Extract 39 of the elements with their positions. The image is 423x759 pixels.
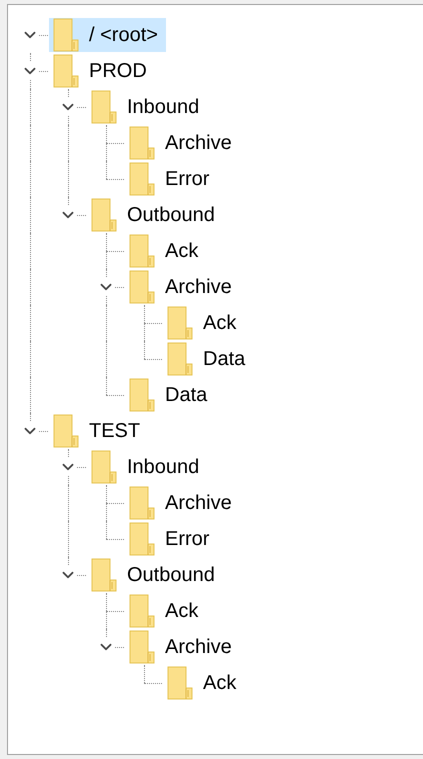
folder-label: Ack [203, 311, 236, 336]
folder-label: Error [165, 527, 210, 552]
folder-icon [91, 198, 117, 232]
folder-icon [129, 126, 155, 160]
folder-icon [91, 558, 117, 592]
folder-label: Ack [203, 671, 236, 696]
folder-icon [91, 450, 117, 484]
folder-icon [129, 270, 155, 304]
folder-icon [129, 378, 155, 412]
folder-label: PROD [89, 59, 147, 84]
folder-label: Outbound [127, 563, 215, 588]
folder-label: TEST [89, 419, 140, 444]
folder-icon [53, 54, 79, 88]
folder-label: Error [165, 167, 210, 192]
tree-item[interactable]: / <root> [49, 18, 166, 52]
folder-label: Archive [165, 635, 232, 660]
folder-icon [129, 522, 155, 556]
folder-icon [53, 18, 79, 52]
folder-label: Archive [165, 131, 232, 156]
folder-icon [91, 90, 117, 124]
folder-icon [129, 594, 155, 628]
folder-label: Ack [165, 239, 198, 264]
folder-label: Archive [165, 491, 232, 516]
folder-icon [167, 306, 193, 340]
folder-icon [129, 234, 155, 268]
folder-label: Outbound [127, 203, 215, 228]
folder-icon [129, 162, 155, 196]
folder-icon [167, 666, 193, 700]
folder-label: Data [203, 347, 246, 372]
folder-label: Inbound [127, 95, 200, 120]
folder-icon [129, 630, 155, 664]
folder-label: / <root> [89, 23, 158, 48]
folder-icon [167, 342, 193, 376]
folder-label: Ack [165, 599, 198, 624]
folder-label: Data [165, 383, 208, 408]
folder-icon [129, 486, 155, 520]
folder-icon [53, 414, 79, 448]
folder-label: Inbound [127, 455, 200, 480]
folder-label: Archive [165, 275, 232, 300]
